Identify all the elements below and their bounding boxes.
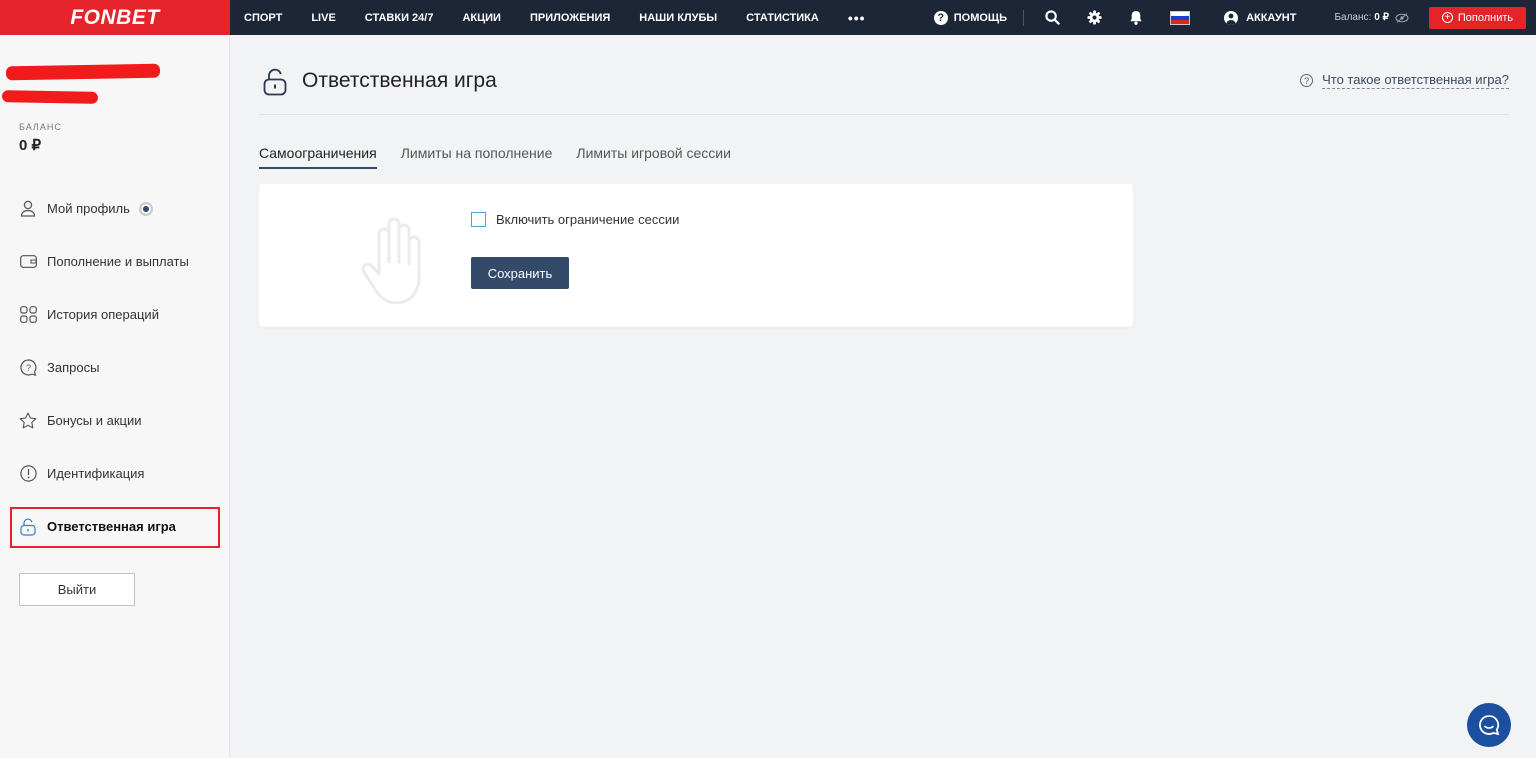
top-bar: FONBET СПОРТ LIVE СТАВКИ 24/7 АКЦИИ ПРИЛ… xyxy=(0,0,1536,35)
nav-more-icon[interactable]: ••• xyxy=(848,10,866,26)
russia-flag-icon[interactable] xyxy=(1170,10,1191,25)
sidebar-item-label: Идентификация xyxy=(47,466,145,481)
question-circle-icon: ? xyxy=(933,10,948,25)
sidebar-item-payments[interactable]: Пополнение и выплаты xyxy=(0,235,230,288)
search-icon[interactable] xyxy=(1044,10,1060,26)
lock-icon xyxy=(263,68,287,101)
fonbet-logo[interactable]: FONBET xyxy=(70,6,159,30)
balance-display: Баланс: 0 ₽ xyxy=(1334,12,1409,23)
account-label: АККАУНТ xyxy=(1246,11,1297,24)
nav-item-apps[interactable]: ПРИЛОЖЕНИЯ xyxy=(530,12,610,24)
wallet-icon xyxy=(19,253,37,271)
nav-item-statistics[interactable]: СТАТИСТИКА xyxy=(746,12,819,24)
sidebar-item-label: История операций xyxy=(47,307,159,322)
active-item-highlight xyxy=(10,507,220,548)
sidebar-item-label: Бонусы и акции xyxy=(47,413,142,428)
sidebar-item-label: Пополнение и выплаты xyxy=(47,254,189,269)
main-nav: СПОРТ LIVE СТАВКИ 24/7 АКЦИИ ПРИЛОЖЕНИЯ … xyxy=(244,0,866,35)
what-link-label: Что такое ответственная игра? xyxy=(1322,72,1509,89)
session-limit-checkbox-label[interactable]: Включить ограничение сессии xyxy=(496,212,679,227)
sidebar-item-identification[interactable]: Идентификация xyxy=(0,447,230,500)
topup-label: Пополнить xyxy=(1457,11,1514,24)
notification-dot xyxy=(138,201,153,216)
sidebar-item-label: Мой профиль xyxy=(47,201,130,216)
hand-stop-icon xyxy=(359,214,429,309)
sidebar: БАЛАНС 0 ₽ Мой профиль Пополнение и выпл… xyxy=(0,35,230,758)
topup-button[interactable]: + Пополнить xyxy=(1429,6,1526,29)
sidebar-item-history[interactable]: История операций xyxy=(0,288,230,341)
top-bar-right: ? ПОМОЩЬ АККАУНТ Баланс: 0 ₽ + Пополнить xyxy=(933,0,1536,35)
tabs: Самоограничения Лимиты на пополнение Лим… xyxy=(259,145,755,169)
sidebar-item-requests[interactable]: ? Запросы xyxy=(0,341,230,394)
help-label: ПОМОЩЬ xyxy=(953,11,1008,24)
chat-button[interactable] xyxy=(1467,703,1511,747)
sidebar-balance-value: 0 ₽ xyxy=(19,137,42,154)
exclamation-circle-icon xyxy=(19,465,37,483)
logo-block[interactable]: FONBET xyxy=(0,0,230,35)
chat-bubble-icon xyxy=(1478,714,1500,736)
logout-button[interactable]: Выйти xyxy=(19,573,135,606)
plus-circle-icon: + xyxy=(1441,12,1453,23)
tab-self-restriction[interactable]: Самоограничения xyxy=(259,145,377,169)
sidebar-balance-label: БАЛАНС xyxy=(19,122,62,132)
user-icon xyxy=(19,200,37,218)
sidebar-item-responsible-gaming[interactable]: Ответственная игра xyxy=(0,500,230,553)
save-button[interactable]: Сохранить xyxy=(471,257,569,289)
page-title: Ответственная игра xyxy=(302,69,497,92)
question-circle-icon: ? xyxy=(1300,74,1314,87)
bell-icon[interactable] xyxy=(1128,10,1144,26)
svg-text:?: ? xyxy=(25,363,30,373)
balance-value: 0 ₽ xyxy=(1374,12,1389,23)
divider xyxy=(1023,9,1025,26)
nav-item-sport[interactable]: СПОРТ xyxy=(244,12,282,24)
tab-session-limits[interactable]: Лимиты игровой сессии xyxy=(576,145,731,169)
page-header: Ответственная игра ? Что такое ответстве… xyxy=(259,65,1509,115)
nav-item-clubs[interactable]: НАШИ КЛУБЫ xyxy=(639,12,717,24)
star-icon xyxy=(19,412,37,430)
question-bubble-icon: ? xyxy=(19,359,37,377)
account-link[interactable]: АККАУНТ xyxy=(1224,10,1297,25)
gear-icon[interactable] xyxy=(1086,10,1102,26)
redacted-user-id xyxy=(1,90,99,104)
user-circle-icon xyxy=(1224,10,1239,25)
redacted-username xyxy=(5,63,161,81)
what-is-responsible-gaming-link[interactable]: ? Что такое ответственная игра? xyxy=(1300,72,1509,89)
grid-icon xyxy=(19,306,37,324)
tab-deposit-limits[interactable]: Лимиты на пополнение xyxy=(401,145,553,169)
sidebar-menu: Мой профиль Пополнение и выплаты История… xyxy=(0,182,230,553)
help-link[interactable]: ? ПОМОЩЬ xyxy=(933,10,1008,25)
session-limit-checkbox[interactable] xyxy=(471,212,486,227)
restriction-card: Включить ограничение сессии Сохранить xyxy=(259,184,1133,327)
sidebar-item-profile[interactable]: Мой профиль xyxy=(0,182,230,235)
session-limit-checkbox-row[interactable]: Включить ограничение сессии xyxy=(471,212,679,227)
nav-item-live[interactable]: LIVE xyxy=(311,12,335,24)
sidebar-item-label: Запросы xyxy=(47,360,100,375)
sidebar-item-bonuses[interactable]: Бонусы и акции xyxy=(0,394,230,447)
nav-item-promotions[interactable]: АКЦИИ xyxy=(462,12,501,24)
nav-item-bets-247[interactable]: СТАВКИ 24/7 xyxy=(365,12,434,24)
balance-label: Баланс: xyxy=(1334,12,1372,23)
eye-off-icon[interactable] xyxy=(1395,12,1409,23)
